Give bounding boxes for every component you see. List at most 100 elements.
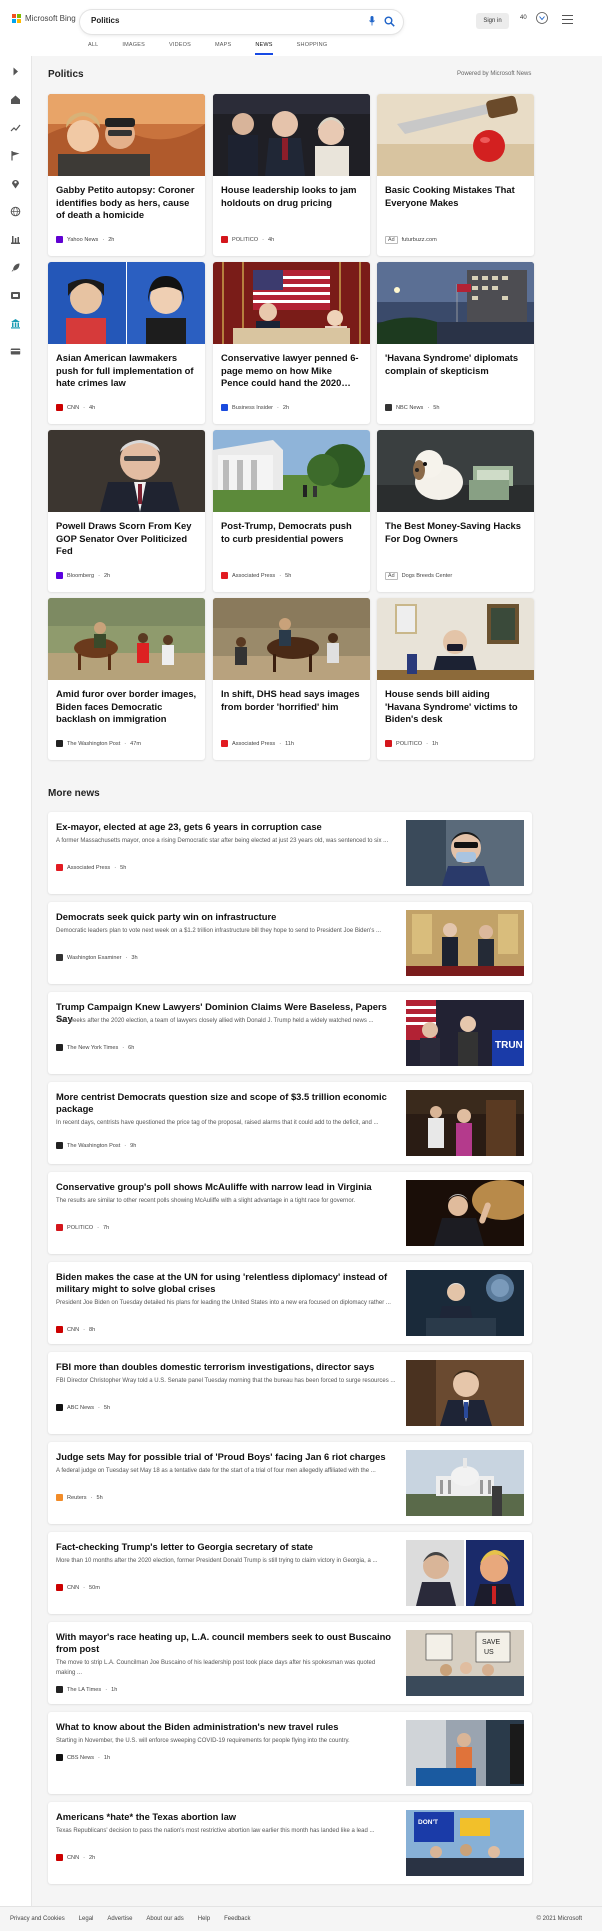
news-headline[interactable]: With mayor's race heating up, L.A. counc… (56, 1631, 396, 1655)
flag-icon[interactable] (10, 150, 21, 161)
news-thumbnail[interactable]: SAVE US (406, 1630, 524, 1696)
microphone-icon[interactable] (369, 16, 375, 26)
news-headline[interactable]: House leadership looks to jam holdouts o… (221, 184, 362, 209)
news-list-item[interactable]: Fact-checking Trump's letter to Georgia … (48, 1532, 532, 1614)
tab-maps[interactable]: MAPS (215, 42, 231, 55)
news-image[interactable] (213, 262, 370, 344)
news-list-item[interactable]: Democrats seek quick party win on infras… (48, 902, 532, 984)
tab-news[interactable]: NEWS (255, 42, 273, 55)
search-icon[interactable] (384, 16, 395, 27)
news-list-item[interactable]: Ex-mayor, elected at age 23, gets 6 year… (48, 812, 532, 894)
tab-images[interactable]: IMAGES (122, 42, 145, 55)
location-icon[interactable] (10, 178, 21, 189)
footer-link-help[interactable]: Help (198, 1916, 210, 1922)
news-list-item[interactable]: FBI more than doubles domestic terrorism… (48, 1352, 532, 1434)
news-headline[interactable]: More centrist Democrats question size an… (56, 1091, 396, 1115)
news-card[interactable]: House leadership looks to jam holdouts o… (213, 94, 370, 256)
news-headline[interactable]: 'Havana Syndrome' diplomats complain of … (385, 352, 526, 377)
news-headline[interactable]: Post-Trump, Democrats push to curb presi… (221, 520, 362, 545)
news-image[interactable] (48, 430, 205, 512)
ad-headline[interactable]: The Best Money-Saving Hacks For Dog Owne… (385, 520, 526, 545)
news-headline[interactable]: Gabby Petito autopsy: Coroner identifies… (56, 184, 197, 222)
ad-image[interactable] (377, 94, 534, 176)
news-image[interactable] (213, 598, 370, 680)
news-image[interactable] (377, 598, 534, 680)
news-card[interactable]: Amid furor over border images, Biden fac… (48, 598, 205, 760)
money-icon[interactable] (10, 346, 21, 357)
footer-link-feedback[interactable]: Feedback (224, 1916, 250, 1922)
news-thumbnail[interactable] (406, 1360, 524, 1426)
news-headline[interactable]: In shift, DHS head says images from bord… (221, 688, 362, 713)
news-card[interactable]: Asian American lawmakers push for full i… (48, 262, 205, 424)
news-headline[interactable]: Amid furor over border images, Biden fac… (56, 688, 197, 726)
news-headline[interactable]: Conservative group's poll shows McAuliff… (56, 1181, 396, 1193)
news-headline[interactable]: Powell Draws Scorn From Key GOP Senator … (56, 520, 197, 558)
news-image[interactable] (213, 94, 370, 176)
news-thumbnail[interactable] (406, 1540, 524, 1606)
rocket-icon[interactable] (10, 262, 21, 273)
news-image[interactable] (48, 598, 205, 680)
news-headline[interactable]: House sends bill aiding 'Havana Syndrome… (385, 688, 526, 726)
news-list-item[interactable]: More centrist Democrats question size an… (48, 1082, 532, 1164)
tab-all[interactable]: ALL (88, 42, 98, 55)
bing-logo[interactable]: Microsoft Bing (12, 14, 76, 23)
tab-videos[interactable]: VIDEOS (169, 42, 191, 55)
news-card[interactable]: Powell Draws Scorn From Key GOP Senator … (48, 430, 205, 592)
news-thumbnail[interactable] (406, 1090, 524, 1156)
news-card[interactable]: Conservative lawyer penned 6-page memo o… (213, 262, 370, 424)
ad-card[interactable]: Basic Cooking Mistakes That Everyone Mak… (377, 94, 534, 256)
tab-shopping[interactable]: SHOPPING (297, 42, 328, 55)
news-thumbnail[interactable]: TRUN (406, 1000, 524, 1066)
news-image[interactable] (213, 430, 370, 512)
news-list-item[interactable]: Trump Campaign Knew Lawyers' Dominion Cl… (48, 992, 532, 1074)
news-image[interactable] (48, 94, 205, 176)
home-icon[interactable] (10, 94, 21, 105)
news-card[interactable]: 'Havana Syndrome' diplomats complain of … (377, 262, 534, 424)
footer-link-about-ads[interactable]: About our ads (146, 1916, 183, 1922)
expand-icon[interactable] (10, 66, 21, 77)
news-thumbnail[interactable] (406, 1180, 524, 1246)
news-card[interactable]: House sends bill aiding 'Havana Syndrome… (377, 598, 534, 760)
news-card[interactable]: Gabby Petito autopsy: Coroner identifies… (48, 94, 205, 256)
footer-link-legal[interactable]: Legal (79, 1916, 94, 1922)
balance-icon[interactable] (10, 234, 21, 245)
search-input[interactable]: Politics (91, 16, 119, 25)
news-card[interactable]: Post-Trump, Democrats push to curb presi… (213, 430, 370, 592)
news-thumbnail[interactable] (406, 910, 524, 976)
rewards-count[interactable]: 40 (520, 15, 527, 21)
footer-link-privacy[interactable]: Privacy and Cookies (10, 1916, 65, 1922)
news-list-item[interactable]: Judge sets May for possible trial of 'Pr… (48, 1442, 532, 1524)
news-headline[interactable]: FBI more than doubles domestic terrorism… (56, 1361, 396, 1373)
news-headline[interactable]: Conservative lawyer penned 6-page memo o… (221, 352, 362, 390)
news-list-item[interactable]: Conservative group's poll shows McAuliff… (48, 1172, 532, 1254)
entertainment-icon[interactable] (10, 290, 21, 301)
news-headline[interactable]: Judge sets May for possible trial of 'Pr… (56, 1451, 396, 1463)
news-headline[interactable]: Fact-checking Trump's letter to Georgia … (56, 1541, 396, 1553)
news-headline[interactable]: Americans *hate* the Texas abortion law (56, 1811, 396, 1823)
building-icon[interactable] (10, 318, 21, 329)
search-box[interactable]: Politics (80, 10, 403, 34)
sign-in-button[interactable]: Sign in (476, 13, 509, 29)
news-list-item[interactable]: Americans *hate* the Texas abortion law … (48, 1802, 532, 1884)
hamburger-menu-icon[interactable] (562, 15, 573, 24)
news-thumbnail[interactable] (406, 1450, 524, 1516)
news-card[interactable]: In shift, DHS head says images from bord… (213, 598, 370, 760)
news-headline[interactable]: What to know about the Biden administrat… (56, 1721, 396, 1733)
news-list-item[interactable]: What to know about the Biden administrat… (48, 1712, 532, 1794)
trending-icon[interactable] (10, 122, 21, 133)
news-headline[interactable]: Biden makes the case at the UN for using… (56, 1271, 396, 1295)
news-list-item[interactable]: Biden makes the case at the UN for using… (48, 1262, 532, 1344)
news-image[interactable] (377, 262, 534, 344)
news-thumbnail[interactable] (406, 820, 524, 886)
globe-icon[interactable] (10, 206, 21, 217)
news-thumbnail[interactable] (406, 1270, 524, 1336)
news-headline[interactable]: Democrats seek quick party win on infras… (56, 911, 396, 923)
news-thumbnail[interactable]: DON'T (406, 1810, 524, 1876)
footer-link-advertise[interactable]: Advertise (107, 1916, 132, 1922)
news-headline[interactable]: Ex-mayor, elected at age 23, gets 6 year… (56, 821, 396, 833)
rewards-icon[interactable] (535, 11, 549, 25)
ad-headline[interactable]: Basic Cooking Mistakes That Everyone Mak… (385, 184, 526, 209)
news-thumbnail[interactable] (406, 1720, 524, 1786)
news-headline[interactable]: Asian American lawmakers push for full i… (56, 352, 197, 390)
ad-image[interactable] (377, 430, 534, 512)
